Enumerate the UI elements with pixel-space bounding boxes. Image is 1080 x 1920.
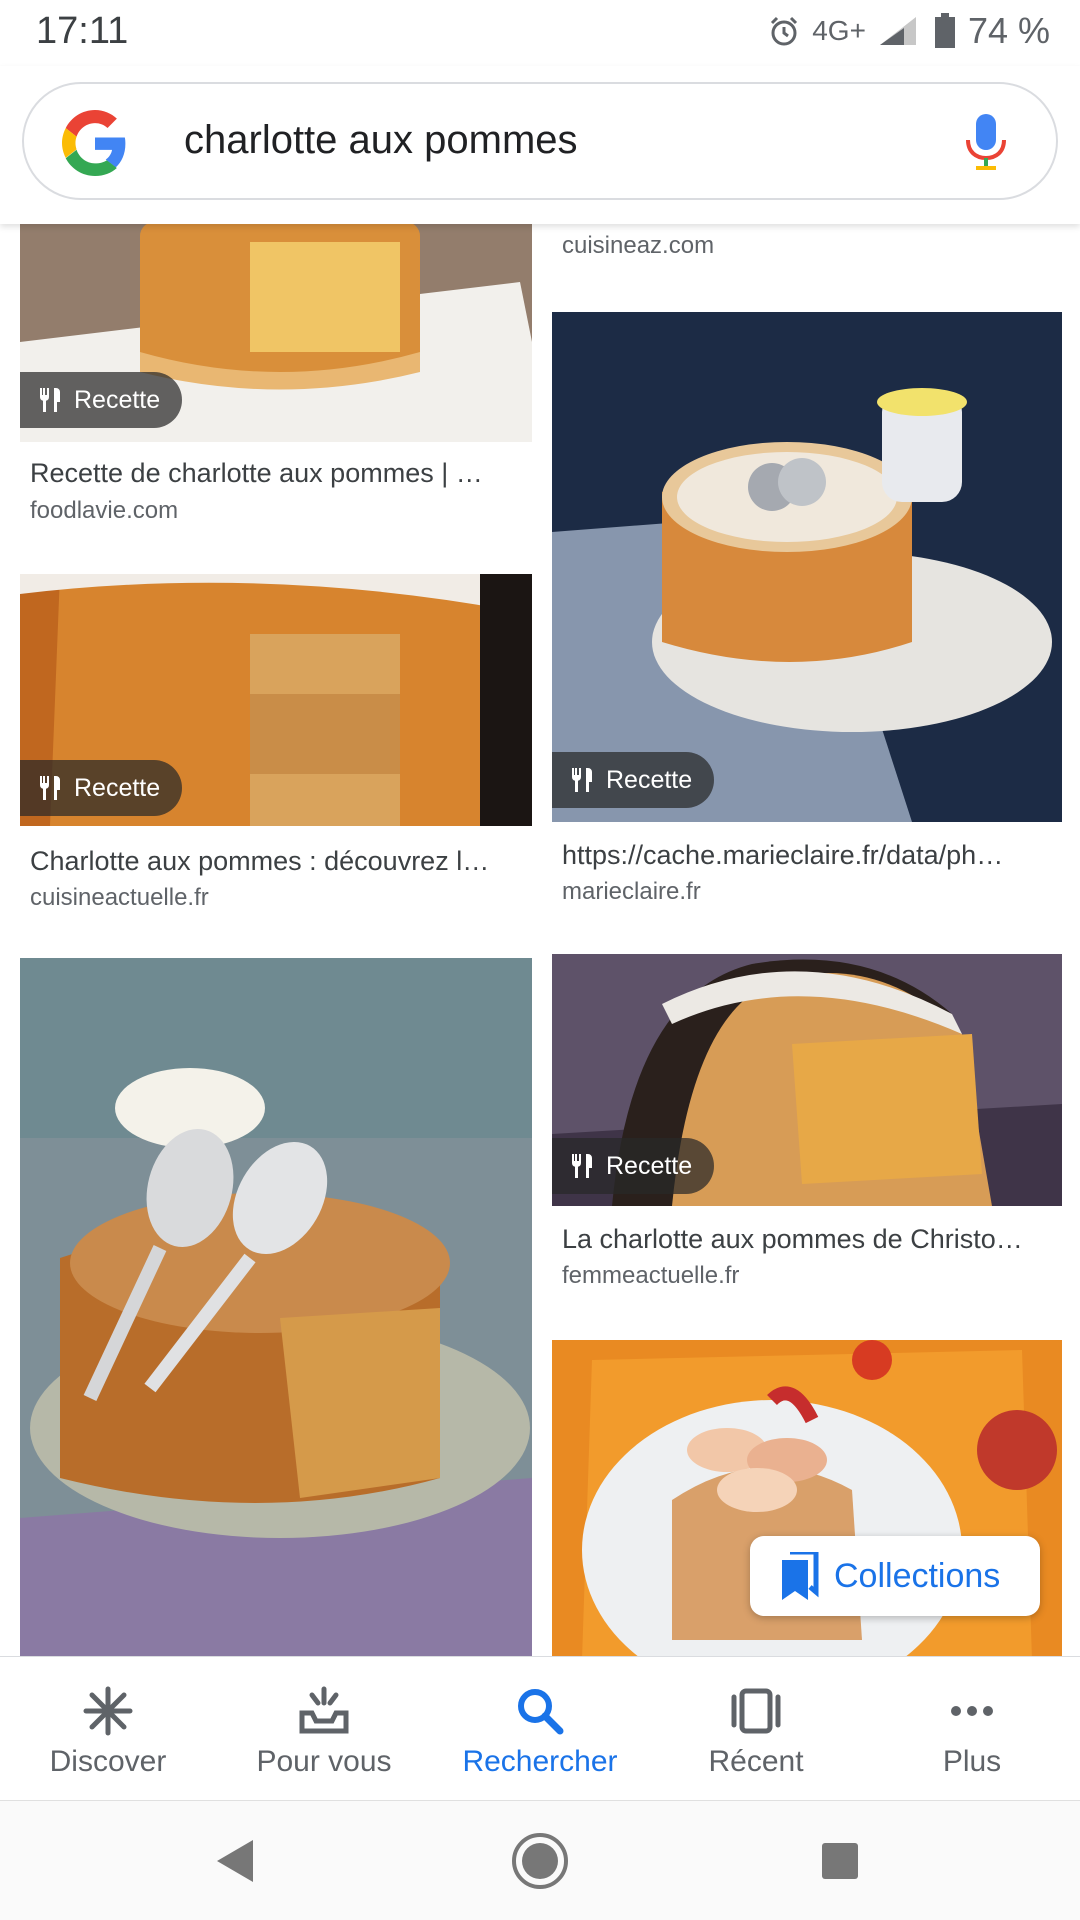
google-logo-icon: [62, 110, 126, 176]
signal-icon: [879, 17, 916, 45]
restaurant-icon: [40, 776, 60, 800]
restaurant-icon: [40, 388, 60, 412]
status-time: 17:11: [36, 10, 129, 52]
overview-icon[interactable]: [820, 1841, 860, 1881]
restaurant-icon: [572, 768, 592, 792]
result-domain: cuisineaz.com: [562, 232, 715, 259]
bookmarks-icon: [782, 1552, 819, 1600]
network-type: 4G+: [812, 15, 866, 46]
result-domain: foodlavie.com: [30, 497, 179, 524]
result-card[interactable]: cuisineaz.com: [552, 224, 1062, 276]
result-image[interactable]: [20, 958, 532, 1656]
result-image[interactable]: Recette: [552, 312, 1062, 822]
result-card[interactable]: [20, 958, 532, 1656]
nav-discover[interactable]: Discover: [0, 1657, 216, 1800]
nav-pour-vous[interactable]: Pour vous: [216, 1657, 432, 1800]
search-input[interactable]: charlotte aux pommes: [184, 118, 578, 163]
status-bar: 17:11 4G+ 74 %: [0, 0, 1080, 66]
image-results: Recette Recette de charlotte aux pommes …: [0, 224, 1080, 1656]
pour-vous-icon: [299, 1686, 349, 1734]
recette-chip: Recette: [20, 372, 183, 428]
nav-plus[interactable]: Plus: [864, 1657, 1080, 1800]
battery-icon: [934, 13, 955, 48]
result-title[interactable]: Recette de charlotte aux pommes | …: [30, 458, 520, 489]
battery-level: 74 %: [967, 10, 1050, 51]
result-title[interactable]: https://cache.marieclaire.fr/data/ph…: [562, 840, 1052, 871]
result-card[interactable]: Recette Charlotte aux pommes : découvrez…: [20, 574, 532, 911]
nav-recent[interactable]: Récent: [648, 1657, 864, 1800]
nav-rechercher[interactable]: Rechercher: [432, 1657, 648, 1800]
recette-chip: Recette: [552, 1138, 715, 1194]
search-icon: [518, 1689, 564, 1735]
mic-icon[interactable]: [964, 112, 1008, 174]
restaurant-icon: [572, 1154, 592, 1178]
alarm-icon: [771, 16, 798, 46]
result-card[interactable]: Recette https://cache.marieclaire.fr/dat…: [552, 312, 1062, 905]
status-icons: 4G+ 74 %: [768, 10, 1050, 52]
recette-chip: Recette: [552, 752, 715, 808]
result-image[interactable]: Recette: [20, 574, 532, 826]
result-domain: marieclaire.fr: [562, 878, 701, 905]
result-domain: femmeactuelle.fr: [562, 1262, 740, 1289]
more-icon: [951, 1706, 993, 1716]
collections-label: Collections: [834, 1556, 1001, 1595]
bottom-nav: Discover Pour vous Rechercher Récent Plu…: [0, 1656, 1080, 1800]
system-nav-bar: [0, 1800, 1080, 1920]
home-icon[interactable]: [510, 1831, 570, 1891]
recette-chip: Recette: [20, 760, 183, 816]
collections-button[interactable]: Collections: [750, 1536, 1040, 1616]
back-icon[interactable]: [215, 1838, 255, 1884]
result-card[interactable]: Recette La charlotte aux pommes de Chris…: [552, 954, 1062, 1289]
result-card[interactable]: Recette Recette de charlotte aux pommes …: [20, 224, 532, 532]
result-domain: cuisineactuelle.fr: [30, 884, 209, 911]
search-box[interactable]: charlotte aux pommes: [22, 82, 1058, 200]
result-image[interactable]: Recette: [20, 224, 532, 442]
result-title[interactable]: La charlotte aux pommes de Christo…: [562, 1224, 1052, 1255]
result-image[interactable]: Recette: [552, 954, 1062, 1206]
result-title[interactable]: Charlotte aux pommes : découvrez l…: [30, 846, 520, 877]
search-header: charlotte aux pommes: [0, 66, 1080, 224]
recent-icon: [731, 1688, 781, 1734]
discover-icon: [83, 1686, 133, 1736]
